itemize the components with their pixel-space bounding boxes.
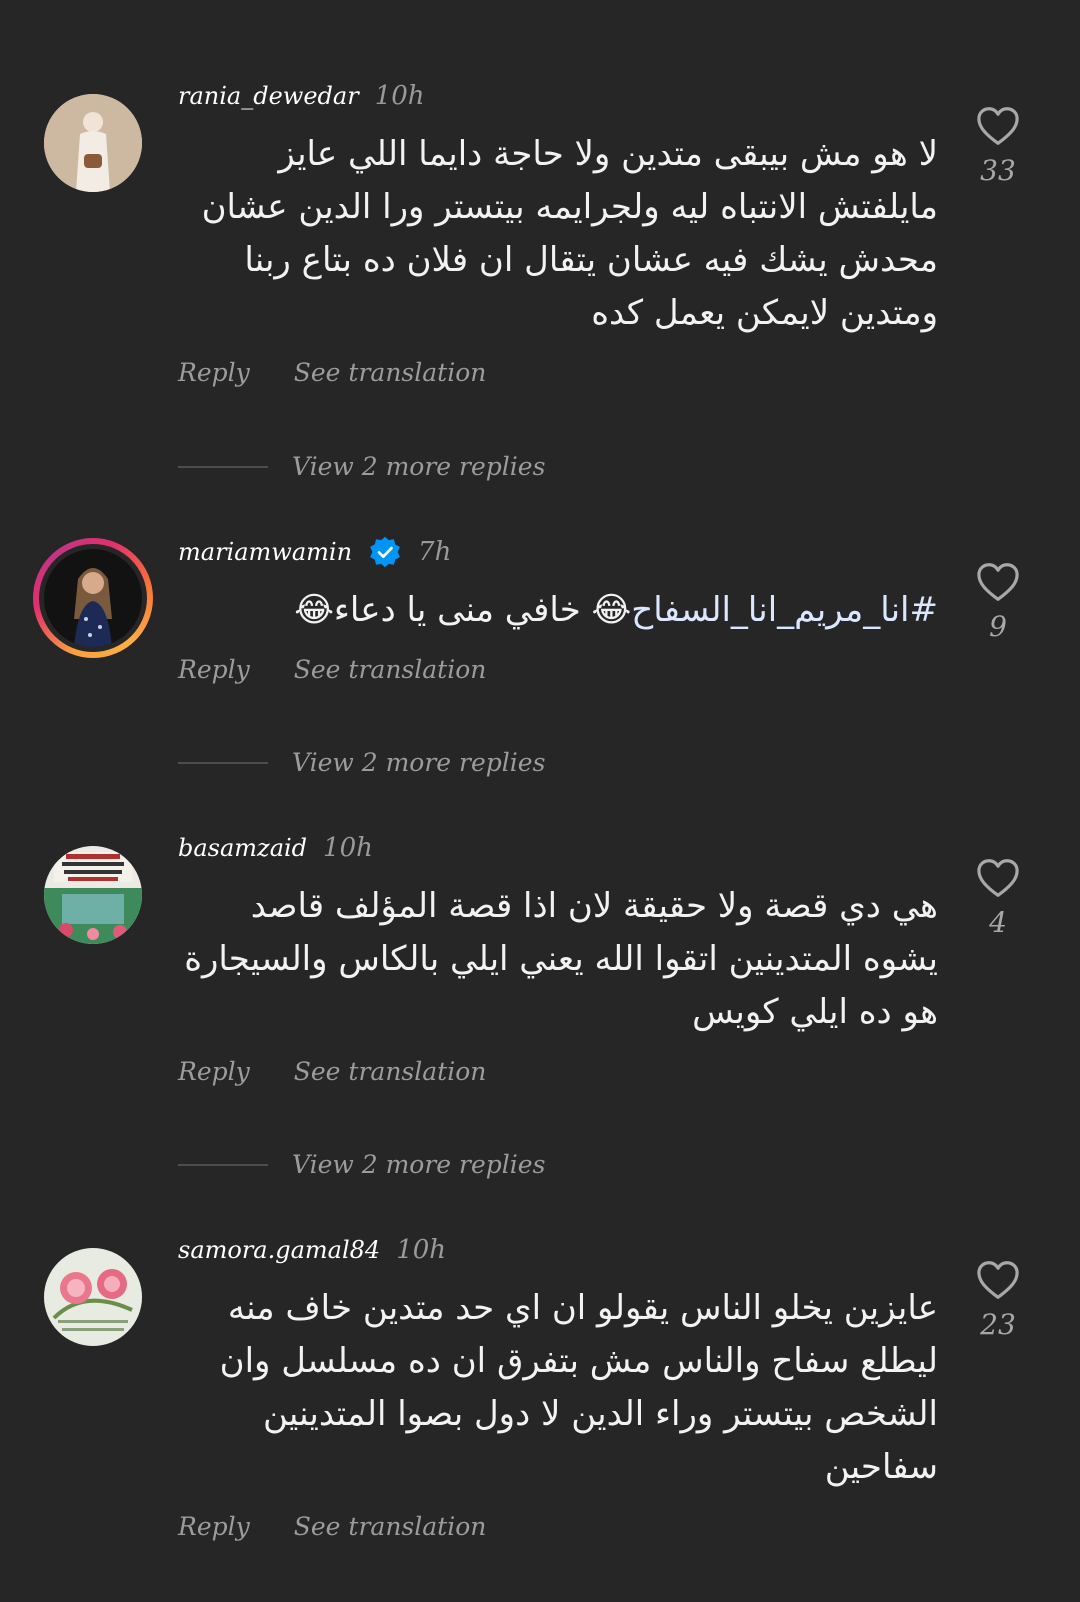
divider-line (178, 1163, 268, 1166)
see-translation-button[interactable]: See translation (294, 1057, 487, 1086)
avatar[interactable] (44, 94, 142, 192)
view-replies-label: View 2 more replies (292, 1150, 546, 1179)
username[interactable]: rania_dewedar (178, 82, 359, 110)
username[interactable]: samora.gamal84 (178, 1236, 380, 1264)
like-count: 23 (980, 1308, 1016, 1341)
reply-button[interactable]: Reply (178, 1512, 250, 1541)
heart-outline-icon[interactable] (976, 858, 1020, 898)
divider-line (178, 761, 268, 764)
comment-text: عايزين يخلو الناس يقولو ان اي حد متدين خ… (219, 1288, 938, 1487)
comment-meta: rania_dewedar 10h (178, 76, 425, 116)
like-count: 33 (980, 154, 1016, 187)
divider-line (178, 465, 268, 468)
comment-actions: Reply See translation (178, 358, 486, 387)
verified-badge-icon (370, 536, 400, 568)
reply-button[interactable]: Reply (178, 655, 250, 684)
avatar-story-ring[interactable] (33, 538, 153, 658)
view-replies-label: View 2 more replies (292, 748, 546, 777)
avatar (44, 549, 142, 647)
hashtag-link[interactable]: #انا_مريم_انا_السفاح (631, 590, 938, 630)
see-translation-button[interactable]: See translation (294, 358, 487, 387)
see-translation-button[interactable]: See translation (294, 655, 487, 684)
comment-meta: samora.gamal84 10h (178, 1230, 446, 1270)
comment-text: #انا_مريم_انا_السفاح😂 خافي منى يا دعاء😂 (178, 584, 938, 637)
avatar[interactable] (44, 846, 142, 944)
like-control: 23 (975, 1260, 1021, 1341)
comment-text-rest: 😂 خافي منى يا دعاء😂 (294, 590, 632, 630)
comment-meta: basamzaid 10h (178, 828, 373, 868)
avatar[interactable] (44, 1248, 142, 1346)
like-control: 9 (975, 562, 1021, 643)
comment-text: هي دي قصة ولا حقيقة لان اذا قصة المؤلف ق… (184, 886, 938, 1032)
username[interactable]: mariamwamin (178, 538, 352, 566)
comment-actions: Reply See translation (178, 1512, 486, 1541)
view-replies-label: View 2 more replies (292, 452, 546, 481)
like-control: 33 (975, 106, 1021, 187)
timestamp: 10h (396, 1235, 447, 1265)
view-replies-button[interactable]: View 2 more replies (178, 748, 545, 777)
heart-outline-icon[interactable] (976, 562, 1020, 602)
avatar-ring-gap (39, 544, 147, 652)
username[interactable]: basamzaid (178, 834, 307, 862)
comment-text: لا هو مش بيبقى متدين ولا حاجة دايما اللي… (201, 134, 938, 333)
heart-outline-icon[interactable] (976, 1260, 1020, 1300)
reply-button[interactable]: Reply (178, 1057, 250, 1086)
reply-button[interactable]: Reply (178, 358, 250, 387)
avatar-photo (44, 94, 142, 192)
comment-meta: mariamwamin 7h (178, 532, 451, 572)
avatar-photo (44, 549, 142, 647)
timestamp: 10h (374, 81, 425, 111)
heart-outline-icon[interactable] (976, 106, 1020, 146)
view-replies-button[interactable]: View 2 more replies (178, 452, 545, 481)
view-replies-button[interactable]: View 2 more replies (178, 1150, 545, 1179)
timestamp: 7h (418, 537, 452, 567)
timestamp: 10h (323, 833, 373, 863)
like-count: 9 (989, 610, 1007, 643)
like-count: 4 (989, 906, 1007, 939)
see-translation-button[interactable]: See translation (294, 1512, 487, 1541)
comment-actions: Reply See translation (178, 655, 486, 684)
comment-actions: Reply See translation (178, 1057, 486, 1086)
like-control: 4 (975, 858, 1021, 939)
avatar-photo (44, 1248, 142, 1346)
avatar-photo (44, 846, 142, 944)
